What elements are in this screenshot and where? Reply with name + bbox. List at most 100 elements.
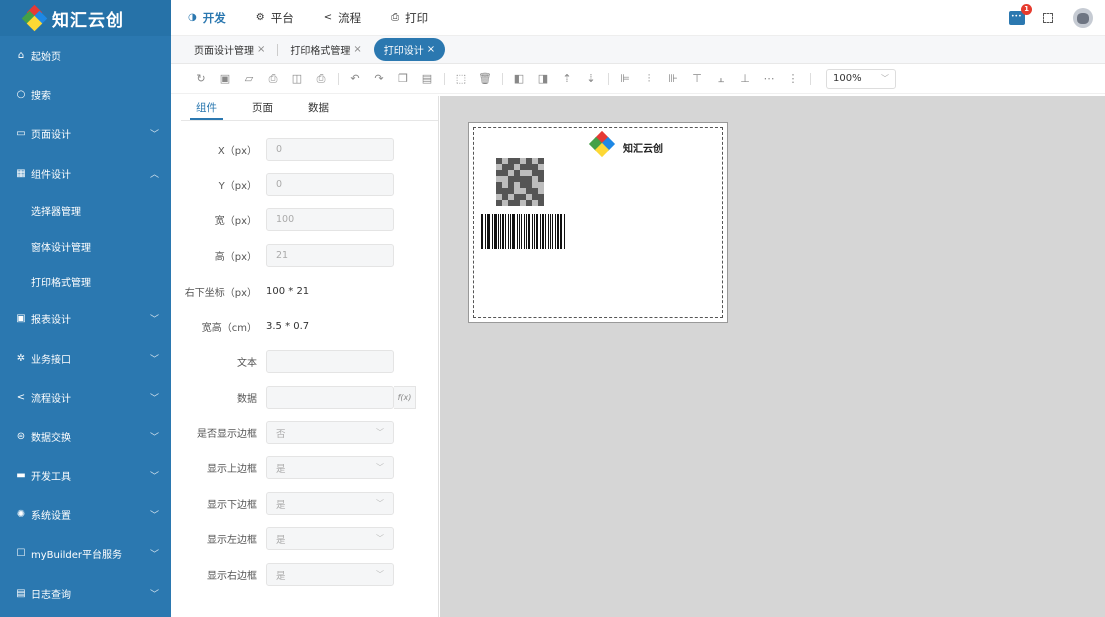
y-input[interactable]: 0 — [266, 173, 394, 196]
select-value: 是 — [276, 499, 286, 511]
sidebar-item-report-design[interactable]: ▣ 报表设计 ﹀ — [0, 299, 171, 338]
report-design-icon: ▣ — [16, 313, 26, 325]
topnav-platform[interactable]: ⚙ 平台 — [256, 10, 294, 26]
send-back-icon[interactable]: ◨ — [536, 72, 550, 86]
sidebar-item-system-settings[interactable]: ✺ 系统设置 ﹀ — [0, 495, 171, 534]
close-icon[interactable]: × — [353, 44, 361, 55]
qr-code-icon[interactable] — [496, 158, 544, 206]
fullscreen-icon[interactable] — [1043, 13, 1053, 23]
avatar[interactable] — [1073, 8, 1093, 28]
show-border-select[interactable]: 否 ﹀ — [266, 421, 394, 444]
paper-logo-icon[interactable] — [588, 130, 616, 158]
align-top-icon[interactable]: ⊤ — [690, 72, 704, 86]
open-folder-icon[interactable]: ▱ — [242, 72, 256, 86]
print-paper[interactable]: 知汇云创 — [468, 122, 728, 323]
print-preview-icon[interactable]: ◫ — [290, 72, 304, 86]
chevron-down-icon: ﹀ — [376, 428, 384, 437]
sidebar-item-label: 业务接口 — [31, 354, 71, 366]
design-canvas[interactable]: 知汇云创 — [440, 96, 1105, 617]
tab-component[interactable]: 组件 — [190, 96, 223, 120]
field-top-border: 显示上边框 是 ﹀ — [181, 456, 439, 479]
sort-asc-icon[interactable]: ⇡ — [560, 72, 574, 86]
align-right-icon[interactable]: ⊪ — [666, 72, 680, 86]
right-border-select[interactable]: 是 ﹀ — [266, 563, 394, 586]
sort-desc-icon[interactable]: ⇣ — [584, 72, 598, 86]
barcode-icon[interactable] — [481, 214, 566, 249]
brand-logo-icon — [21, 4, 48, 32]
tab-label: 页面设计管理 — [194, 46, 254, 57]
function-button[interactable]: f(x) — [394, 386, 416, 409]
align-center-icon[interactable]: ⫶ — [642, 72, 656, 86]
sidebar-item-label: 报表设计 — [31, 315, 71, 327]
sidebar-item-workflow-design[interactable]: < 流程设计 ﹀ — [0, 378, 171, 417]
redo-icon[interactable]: ↷ — [372, 72, 386, 86]
tab-page[interactable]: 页面 — [246, 96, 279, 120]
field-label: 显示右边框 — [207, 571, 257, 582]
bring-front-icon[interactable]: ◧ — [512, 72, 526, 86]
top-nav: ◑ 开发 ⚙ 平台 < 流程 ⎙ 打印 — [188, 10, 458, 26]
barcode-bar — [549, 214, 552, 249]
print-direct-icon[interactable]: ⎙ — [314, 72, 328, 86]
sidebar-item-page-design[interactable]: ▭ 页面设计 ﹀ — [0, 114, 171, 153]
select-value: 否 — [276, 428, 286, 440]
sidebar-subitem-print-format-manage[interactable]: 打印格式管理 — [0, 263, 171, 300]
chevron-down-icon: ﹀ — [149, 550, 159, 561]
field-label: 文本 — [237, 358, 257, 369]
paper-brand-text[interactable]: 知汇云创 — [623, 140, 663, 155]
select-area-icon[interactable]: ⬚ — [454, 72, 468, 86]
x-input[interactable]: 0 — [266, 138, 394, 161]
topnav-label: 开发 — [202, 10, 226, 25]
barcode-bar — [512, 214, 516, 249]
copy-icon[interactable]: ❐ — [396, 72, 410, 86]
sidebar-item-label: 数据交换 — [31, 432, 71, 444]
toolbar-divider — [502, 72, 503, 85]
brand[interactable]: 知汇云创 — [0, 0, 171, 36]
topnav-dev[interactable]: ◑ 开发 — [188, 10, 226, 26]
tab-print-design[interactable]: 打印设计 × — [373, 38, 446, 61]
message-icon[interactable]: 1 — [1009, 4, 1032, 25]
data-input[interactable] — [266, 386, 394, 409]
delete-icon[interactable]: 🗑 — [478, 72, 492, 86]
sidebar-item-log-query[interactable]: ▤ 日志查询 ﹀ — [0, 574, 171, 613]
width-input[interactable]: 100 — [266, 208, 394, 231]
paste-icon[interactable]: ▤ — [420, 72, 434, 86]
refresh-icon[interactable]: ↻ — [194, 72, 208, 86]
tab-print-format-manage[interactable]: 打印格式管理 × — [290, 42, 361, 57]
topnav-workflow[interactable]: < 流程 — [324, 10, 361, 26]
close-icon[interactable]: × — [427, 44, 435, 55]
sidebar-item-business-api[interactable]: ✲ 业务接口 ﹀ — [0, 338, 171, 377]
sidebar-item-data-exchange[interactable]: ⊜ 数据交换 ﹀ — [0, 417, 171, 456]
distribute-horizontal-icon[interactable]: ⋯ — [762, 72, 776, 86]
sidebar-item-component-design[interactable]: ▦ 组件设计 ︿ — [0, 154, 171, 193]
barcode-bar — [486, 214, 488, 249]
tab-label: 打印格式管理 — [290, 46, 351, 57]
sidebar-subitem-form-design-manage[interactable]: 窗体设计管理 — [0, 228, 171, 264]
sidebar-item-search[interactable]: ○ 搜索 — [0, 75, 171, 114]
topnav-print[interactable]: ⎙ 打印 — [391, 10, 428, 26]
zoom-select[interactable]: 100% ﹀ — [826, 68, 896, 89]
sidebar-item-home[interactable]: ⌂ 起始页 — [0, 36, 171, 75]
text-input[interactable] — [266, 350, 394, 373]
tab-page-design-manage[interactable]: 页面设计管理 × — [194, 42, 265, 57]
align-bottom-icon[interactable]: ⊥ — [738, 72, 752, 86]
height-input[interactable]: 21 — [266, 244, 394, 267]
tab-data[interactable]: 数据 — [302, 96, 335, 120]
undo-icon[interactable]: ↶ — [348, 72, 362, 86]
sidebar-item-mybuilder-service[interactable]: ☐ myBuilder平台服务 ﹀ — [0, 534, 171, 573]
save-icon[interactable]: ▣ — [218, 72, 232, 86]
top-border-select[interactable]: 是 ﹀ — [266, 456, 394, 479]
sidebar-item-dev-tools[interactable]: ▬ 开发工具 ﹀ — [0, 456, 171, 495]
left-border-select[interactable]: 是 ﹀ — [266, 527, 394, 550]
size-cm-value: 3.5 * 0.7 — [266, 321, 310, 332]
close-icon[interactable]: × — [257, 44, 265, 55]
align-middle-icon[interactable]: ⫠ — [714, 72, 728, 86]
sidebar-subitem-selector-manage[interactable]: 选择器管理 — [0, 192, 171, 229]
print-icon[interactable]: ⎙ — [266, 72, 280, 86]
distribute-vertical-icon[interactable]: ⋮ — [786, 72, 800, 86]
tabs-bar: 页面设计管理 × 打印格式管理 × 打印设计 × — [171, 36, 1105, 64]
barcode-bar — [556, 214, 559, 249]
barcode-bar — [542, 214, 544, 249]
align-left-icon[interactable]: ⊫ — [618, 72, 632, 86]
chevron-down-icon: ﹀ — [149, 393, 159, 404]
bottom-border-select[interactable]: 是 ﹀ — [266, 492, 394, 515]
